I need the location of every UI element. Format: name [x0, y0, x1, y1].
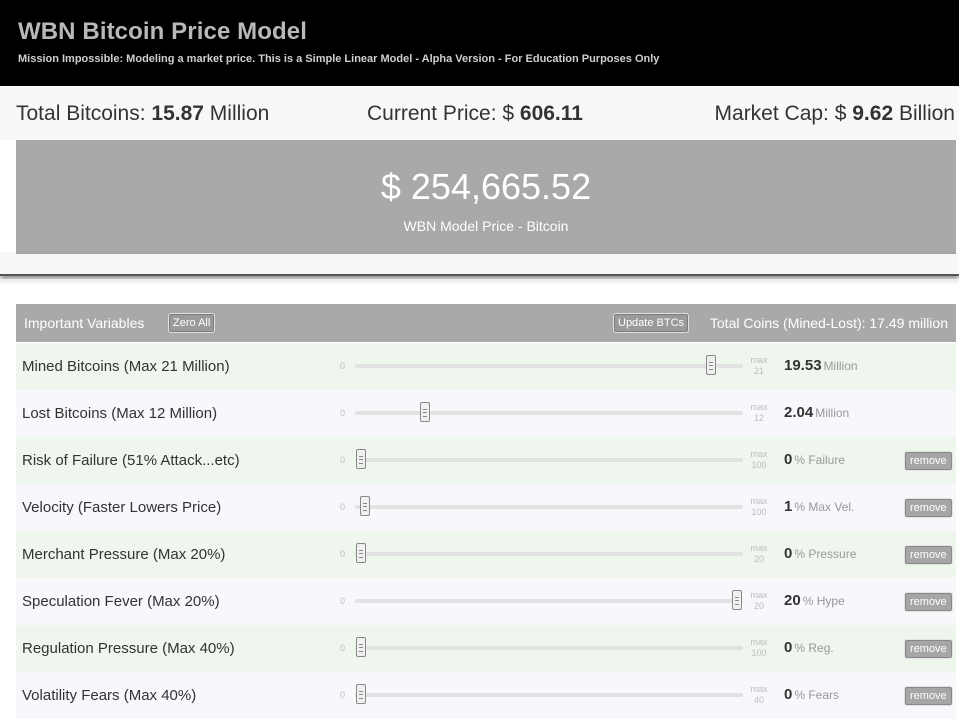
current-price-stat: Current Price: $ 606.11: [367, 102, 583, 125]
remove-button[interactable]: remove: [904, 545, 953, 565]
model-price-box: $ 254,665.52 WBN Model Price - Bitcoin: [16, 140, 956, 254]
divider-stripe: [0, 279, 959, 282]
variables-title: Important Variables: [24, 315, 145, 331]
slider-max-label: max 100: [750, 449, 768, 470]
stats-bar: Total Bitcoins: 15.87 Million Current Pr…: [0, 86, 959, 140]
total-bitcoins-value: 15.87: [151, 102, 204, 125]
variable-label: Lost Bitcoins (Max 12 Million): [22, 405, 218, 422]
variable-value: 19.53 Million: [784, 357, 858, 374]
model-price-label: WBN Model Price - Bitcoin: [403, 218, 569, 234]
page-title: WBN Bitcoin Price Model: [18, 18, 307, 45]
slider-min-label: 0: [340, 596, 346, 606]
variable-row: Regulation Pressure (Max 40%) 0 max 100 0% R…: [16, 625, 956, 672]
slider-max-label: max 21: [750, 355, 768, 376]
zero-all-button[interactable]: Zero All: [168, 313, 216, 333]
variable-value: 20% Hype: [784, 592, 845, 609]
variable-row: Lost Bitcoins (Max 12 Million) 0 max 12 2.04…: [16, 390, 956, 437]
slider-track[interactable]: [355, 693, 743, 697]
slider-max-label: max 12: [750, 402, 768, 423]
variable-label: Mined Bitcoins (Max 21 Million): [22, 358, 230, 375]
variable-value: 2.04 Million: [784, 404, 850, 421]
slider-min-label: 0: [340, 408, 346, 418]
variable-label: Volatility Fears (Max 40%): [22, 687, 197, 704]
variable-value: 0% Fears: [784, 686, 840, 703]
update-btcs-button[interactable]: Update BTCs: [613, 313, 690, 333]
variable-label: Risk of Failure (51% Attack...etc): [22, 452, 240, 469]
variables-header: Important Variables Zero All Update BTCs…: [16, 304, 956, 342]
slider-handle[interactable]: [732, 590, 742, 610]
total-coins-readout: Total Coins (Mined-Lost): 17.49 million: [709, 315, 948, 331]
slider-min-label: 0: [340, 361, 346, 371]
slider-handle[interactable]: [356, 684, 366, 704]
slider-track[interactable]: [355, 552, 743, 556]
variable-row: Risk of Failure (51% Attack...etc) 0 max 10…: [16, 437, 956, 484]
variable-row: Speculation Fever (Max 20%) 0 max 20 20% Hyp…: [16, 578, 956, 625]
slider-max-label: max 20: [750, 590, 768, 611]
variable-label: Merchant Pressure (Max 20%): [22, 546, 226, 563]
slider-track[interactable]: [355, 364, 743, 368]
variable-row: Velocity (Faster Lowers Price) 0 max 100 1% …: [16, 484, 956, 531]
slider-handle[interactable]: [356, 449, 366, 469]
panel-divider: [0, 254, 959, 276]
variable-row: Volatility Fears (Max 40%) 0 max 40 0% Fears…: [16, 672, 956, 719]
remove-button[interactable]: remove: [904, 498, 953, 518]
market-cap-stat: Market Cap: $ 9.62 Billion: [714, 102, 955, 125]
current-price-value: 606.11: [519, 102, 583, 125]
slider-track[interactable]: [355, 505, 743, 509]
slider-min-label: 0: [340, 455, 346, 465]
variable-row: Mined Bitcoins (Max 21 Million) 0 max 21 19.…: [16, 343, 956, 390]
variable-value: 0% Pressure: [784, 545, 857, 562]
slider-handle[interactable]: [705, 355, 716, 375]
slider-max-label: max 20: [750, 543, 768, 564]
remove-button[interactable]: remove: [904, 592, 953, 612]
remove-button[interactable]: remove: [904, 686, 953, 706]
slider-min-label: 0: [340, 502, 346, 512]
remove-button[interactable]: remove: [904, 639, 953, 659]
slider-min-label: 0: [340, 643, 346, 653]
page-header: WBN Bitcoin Price Model Mission Impossib…: [0, 0, 959, 86]
variable-value: 0% Reg.: [784, 639, 834, 656]
slider-track[interactable]: [355, 411, 743, 415]
variable-label: Speculation Fever (Max 20%): [22, 593, 220, 610]
variable-value: 0% Failure: [784, 451, 846, 468]
slider-max-label: max 100: [750, 637, 768, 658]
slider-track[interactable]: [355, 599, 743, 603]
page-subtitle: Mission Impossible: Modeling a market pr…: [18, 53, 660, 65]
slider-min-label: 0: [340, 549, 346, 559]
slider-handle[interactable]: [419, 402, 430, 422]
variable-row: Merchant Pressure (Max 20%) 0 max 20 0% Pres…: [16, 531, 956, 578]
slider-max-label: max 100: [750, 496, 768, 517]
variable-label: Velocity (Faster Lowers Price): [22, 499, 222, 516]
model-price-value: $ 254,665.52: [380, 166, 592, 207]
slider-track[interactable]: [355, 458, 743, 462]
total-bitcoins-stat: Total Bitcoins: 15.87 Million: [16, 102, 270, 125]
market-cap-value: 9.62: [852, 102, 894, 125]
slider-handle[interactable]: [359, 496, 370, 516]
slider-min-label: 0: [340, 690, 346, 700]
slider-handle[interactable]: [356, 543, 366, 563]
variable-value: 1% Max Vel.: [784, 498, 855, 515]
slider-max-label: max 40: [750, 684, 768, 705]
slider-handle[interactable]: [356, 637, 366, 657]
remove-button[interactable]: remove: [904, 451, 953, 471]
slider-track[interactable]: [355, 646, 743, 650]
variable-label: Regulation Pressure (Max 40%): [22, 640, 235, 657]
